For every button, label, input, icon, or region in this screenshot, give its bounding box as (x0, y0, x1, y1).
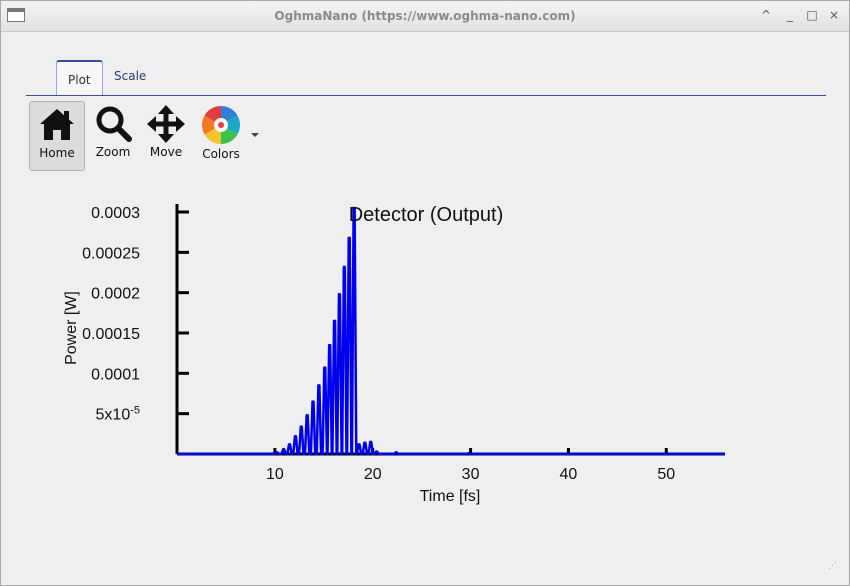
data-point (300, 425, 302, 428)
home-button[interactable]: Home (29, 101, 85, 171)
zoom-button[interactable]: Zoom (85, 101, 141, 171)
data-point (306, 414, 308, 416)
data-point (395, 451, 397, 453)
tab-scale[interactable]: Scale (103, 61, 157, 94)
plot-axes: 10 20 30 40 50 5x10-5 0.0001 0.00015 0.0002 0.000… (82, 204, 725, 483)
move-arrows-icon (147, 105, 185, 143)
data-point (276, 451, 278, 453)
data-point (324, 367, 326, 369)
y-tick-label: 0.0002 (91, 286, 140, 303)
data-point (358, 443, 360, 445)
chart-title: Detector (Output) (349, 204, 504, 226)
close-button[interactable]: × (826, 7, 842, 23)
data-point (283, 448, 285, 450)
shade-button[interactable]: ^ (758, 7, 774, 23)
x-tick-label: 50 (657, 466, 675, 483)
data-point (468, 452, 470, 454)
y-tick-label: 0.00015 (82, 326, 140, 343)
move-button[interactable]: Move (138, 101, 194, 171)
data-point (348, 237, 350, 239)
home-icon (40, 109, 74, 140)
minimize-button[interactable]: _ (782, 7, 798, 23)
maximize-button[interactable]: □ (804, 7, 820, 23)
window-title: OghmaNano (https://www.oghma-nano.com) (274, 9, 576, 23)
x-axis-label: Time [fs] (420, 488, 481, 505)
power-line (177, 206, 725, 456)
data-point (343, 266, 345, 268)
data-point (333, 320, 336, 322)
data-point (318, 384, 320, 387)
x-tick-label: 10 (266, 466, 284, 483)
zoom-icon (96, 106, 132, 142)
y-tick-label: 0.0003 (91, 205, 140, 222)
x-tick-label: 40 (560, 466, 578, 483)
y-tick-label: 0.00025 (82, 245, 140, 262)
move-label: Move (149, 145, 183, 159)
y-tick-exponent: -5 (130, 405, 140, 417)
colors-button[interactable]: Colors (193, 101, 249, 171)
tab-bar: Plot Scale (26, 59, 826, 96)
data-point (338, 293, 341, 295)
detector-plot: 10 20 30 40 50 5x10-5 0.0001 0.00015 0.0002 0.000… (63, 204, 725, 505)
data-point (294, 435, 297, 437)
data-point (312, 400, 314, 403)
color-wheel-icon (202, 106, 240, 144)
app-window: OghmaNano (https://www.oghma-nano.com) ^… (0, 0, 850, 586)
y-tick-label: 0.0001 (91, 366, 140, 383)
y-axis-label: Power [W] (63, 291, 80, 365)
colors-label: Colors (202, 147, 240, 161)
data-point (329, 344, 331, 346)
power-series (177, 206, 725, 456)
colors-dropdown-arrow-icon[interactable] (251, 133, 259, 137)
zoom-label: Zoom (95, 145, 131, 159)
title-bar: OghmaNano (https://www.oghma-nano.com) ^… (1, 1, 849, 32)
x-tick-label: 20 (364, 466, 382, 483)
x-tick-label: 30 (462, 466, 480, 483)
data-point (376, 450, 378, 453)
data-point (364, 442, 366, 444)
data-point (370, 441, 372, 443)
data-point (288, 443, 291, 445)
home-label: Home (39, 146, 75, 160)
tab-plot[interactable]: Plot (56, 60, 103, 95)
y-tick-label: 5x10-5 (96, 405, 140, 424)
resize-grip-icon[interactable]: ⋰ (828, 561, 837, 571)
